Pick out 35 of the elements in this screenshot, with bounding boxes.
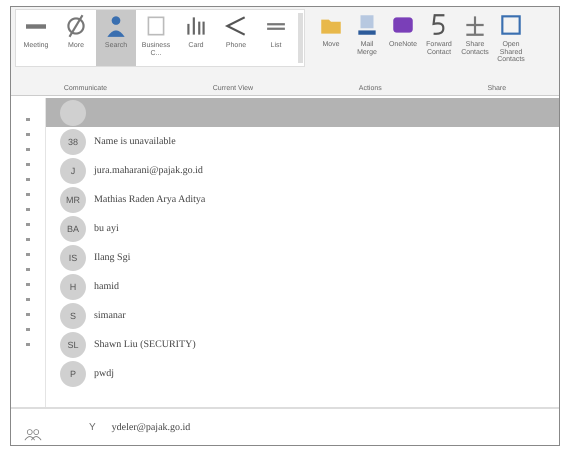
avatar: P xyxy=(60,360,86,386)
contact-row[interactable]: SL Shawn Liu (SECURITY) xyxy=(46,330,559,359)
contact-name: bu ayi xyxy=(94,223,119,234)
gallery-scrollbar[interactable] xyxy=(298,13,303,63)
avatar: BA xyxy=(60,216,86,242)
contact-name: jura.maharani@pajak.go.id xyxy=(94,165,203,176)
contact-row[interactable]: MR Mathias Raden Arya Aditya xyxy=(46,185,559,214)
contact-name: pwdj xyxy=(94,368,114,379)
contact-name: Name is unavailable xyxy=(94,136,176,147)
contact-name: Mathias Raden Arya Aditya xyxy=(94,194,206,205)
contact-row[interactable]: H hamid xyxy=(46,272,559,301)
contact-row[interactable]: P pwdj xyxy=(46,359,559,388)
avatar: IS xyxy=(60,244,86,270)
contact-name: Ilang Sgi xyxy=(94,252,130,263)
people-icon[interactable] xyxy=(23,428,43,441)
avatar: H xyxy=(60,274,86,300)
contact-name: Shawn Liu (SECURITY) xyxy=(94,339,196,350)
contact-row[interactable] xyxy=(46,98,559,127)
avatar: MR xyxy=(60,186,86,212)
avatar: SL xyxy=(60,332,86,358)
avatar: S xyxy=(60,302,86,328)
contact-email: ydeler@pajak.go.id xyxy=(112,422,190,432)
contact-name: simanar xyxy=(94,310,126,321)
avatar: 38 xyxy=(60,128,86,154)
contact-row[interactable]: BA bu ayi xyxy=(46,214,559,243)
contact-row[interactable]: J jura.maharani@pajak.go.id xyxy=(46,156,559,185)
ribbon-icon xyxy=(266,22,286,31)
contact-initials: Y xyxy=(89,422,96,432)
contact-name: hamid xyxy=(94,281,119,292)
avatar xyxy=(60,100,86,126)
avatar: J xyxy=(60,158,86,184)
contact-row[interactable]: S simanar xyxy=(46,301,559,330)
contact-row[interactable]: IS Ilang Sgi xyxy=(46,243,559,272)
contact-row[interactable]: 38 Name is unavailable xyxy=(46,127,559,156)
ribbon-icon xyxy=(26,22,46,31)
